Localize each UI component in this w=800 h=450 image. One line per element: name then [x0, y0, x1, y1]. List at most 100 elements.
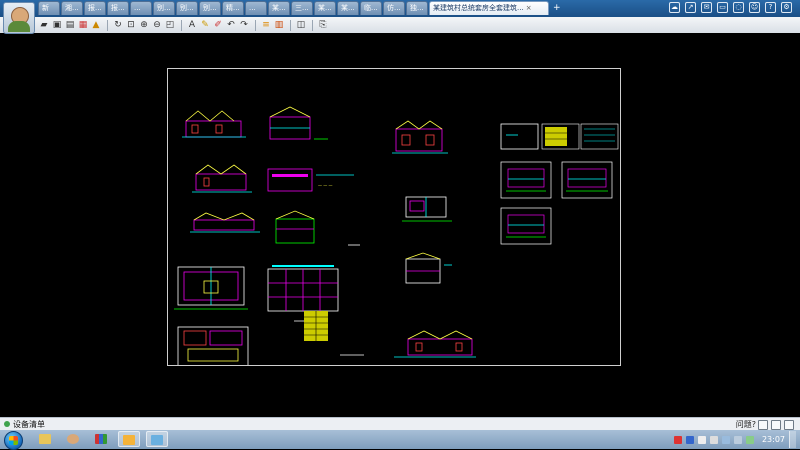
tab-document[interactable]: 某... [337, 1, 359, 15]
message-icon[interactable]: ✉ [701, 2, 712, 13]
toolbar-separator [181, 19, 182, 31]
section-drawing-2: — — — [267, 168, 354, 192]
close-tab-icon[interactable]: × [526, 2, 532, 15]
save-icon[interactable]: ▣ [51, 19, 63, 31]
tab-label: 某建筑村总统套房全套建筑... [433, 4, 524, 12]
pencil-icon[interactable]: ✎ [199, 19, 211, 31]
taskbar: 23:07 [0, 430, 800, 450]
layer-icon[interactable]: ≡ [260, 19, 272, 31]
tab-document[interactable]: 报... [107, 1, 129, 15]
zoom-window-icon[interactable]: ⊡ [125, 19, 137, 31]
redo-icon[interactable]: ↷ [238, 19, 250, 31]
zoom-fit-icon[interactable]: ◰ [164, 19, 176, 31]
books-icon [95, 434, 107, 444]
detail-drawing-1 [402, 196, 452, 222]
status-bar: 设备清单 问题? [0, 417, 800, 431]
toolbar-separator [290, 19, 291, 31]
tab-document[interactable]: 某... [314, 1, 336, 15]
status-right-icons [758, 420, 794, 430]
avatar-body-icon [8, 21, 30, 32]
drawing-sheet: — — — [167, 68, 621, 370]
system-tray: 23:07 [673, 430, 796, 449]
cad-drawings: — — — [174, 106, 619, 370]
tab-label: ... [134, 4, 141, 12]
show-desktop-button[interactable] [789, 431, 796, 448]
lock-icon[interactable]: ▲ [90, 19, 102, 31]
zoom-out-icon[interactable]: ⊖ [151, 19, 163, 31]
settings-icon[interactable]: ⚙ [781, 2, 792, 13]
help-icon[interactable]: ? [765, 2, 776, 13]
share-icon[interactable]: ↗ [685, 2, 696, 13]
title-block-2 [541, 123, 580, 150]
tab-document[interactable]: 新 [38, 1, 60, 15]
export-icon[interactable]: ⎘ [317, 19, 329, 31]
section-drawing-1 [269, 106, 328, 140]
undo-icon[interactable]: ↶ [225, 19, 237, 31]
tab-document[interactable]: 别... [176, 1, 198, 15]
clock[interactable]: 23:07 [762, 435, 785, 444]
layers-stack-icon[interactable]: ◫ [295, 19, 307, 31]
user-icon[interactable]: ☺ [749, 2, 760, 13]
tab-document[interactable]: 精... [222, 1, 244, 15]
open-icon[interactable]: ▰ [38, 19, 50, 31]
marker-icon[interactable]: ✐ [212, 19, 224, 31]
tab-active-document[interactable]: 某建筑村总统套房全套建筑... × [429, 1, 549, 15]
tab-document[interactable]: 报... [84, 1, 106, 15]
tab-label: 别... [157, 4, 171, 12]
fullscreen-icon[interactable] [784, 420, 794, 430]
zoom-in-icon[interactable]: ⊕ [138, 19, 150, 31]
ime-icon[interactable] [673, 435, 682, 444]
tab-document[interactable]: 临... [360, 1, 382, 15]
tab-label: 三... [295, 4, 309, 12]
folder-icon [39, 434, 51, 444]
network-icon[interactable] [721, 435, 730, 444]
tab-document[interactable]: ... [245, 1, 267, 15]
folder-icon[interactable]: ▭ [717, 2, 728, 13]
print-icon[interactable]: ▤ [64, 19, 76, 31]
color-icon[interactable]: ▥ [273, 19, 285, 31]
status-indicator-icon [4, 421, 10, 427]
elevation-drawing-5 [394, 330, 476, 368]
image-app[interactable] [146, 431, 168, 447]
tool-buttons: ▰ ▣ ▤ ▦ ▲ ↻ ⊡ ⊕ ⊖ ◰ A ✎ ✐ ↶ ↷ ≡ ▥ ◫ ⎘ [38, 18, 330, 32]
pen-tray-icon[interactable] [709, 435, 718, 444]
paint-icon [123, 435, 135, 445]
new-tab-button[interactable]: + [553, 1, 561, 17]
tab-document[interactable]: 仿... [383, 1, 405, 15]
tab-document[interactable]: 某... [268, 1, 290, 15]
grid-icon[interactable] [758, 420, 768, 430]
document-tabs: 新 湘... 报... 报...... 别... 别... 别... 精...... 某... 三… [38, 1, 561, 17]
tab-document[interactable]: ... [130, 1, 152, 15]
tray-app-icon[interactable] [685, 435, 694, 444]
avatar-app[interactable] [62, 431, 84, 447]
avatar-icon [67, 434, 79, 444]
detail-sheet-3 [500, 207, 552, 245]
books-app[interactable] [90, 431, 112, 447]
user-avatar[interactable] [3, 2, 35, 34]
tab-label: 临... [364, 4, 378, 12]
tab-document[interactable]: 别... [153, 1, 175, 15]
start-button[interactable] [4, 431, 23, 450]
volume-icon[interactable] [733, 435, 742, 444]
paint-app[interactable] [118, 431, 140, 447]
tab-document[interactable]: 别... [199, 1, 221, 15]
rotate-icon[interactable]: ↻ [112, 19, 124, 31]
toolbar-separator [107, 19, 108, 31]
cloud-icon[interactable]: ☁ [669, 2, 680, 13]
battery-icon[interactable] [745, 435, 754, 444]
tab-document[interactable]: 湘... [61, 1, 83, 15]
schedule-table [304, 311, 328, 341]
folder-app[interactable] [34, 431, 56, 447]
section-drawing-3 [275, 210, 360, 246]
drawing-canvas[interactable]: — — — [0, 33, 800, 417]
snap-icon[interactable] [771, 420, 781, 430]
title-block-3 [580, 123, 619, 150]
export-pdf-icon[interactable]: ▦ [77, 19, 89, 31]
tab-document[interactable]: 独... [406, 1, 428, 15]
help-tray-icon[interactable] [697, 435, 706, 444]
text-icon[interactable]: A [186, 19, 198, 31]
tab-label: 别... [180, 4, 194, 12]
detail-sheet-2 [561, 161, 613, 199]
tab-document[interactable]: 三... [291, 1, 313, 15]
chat-icon[interactable]: ◌ [733, 2, 744, 13]
